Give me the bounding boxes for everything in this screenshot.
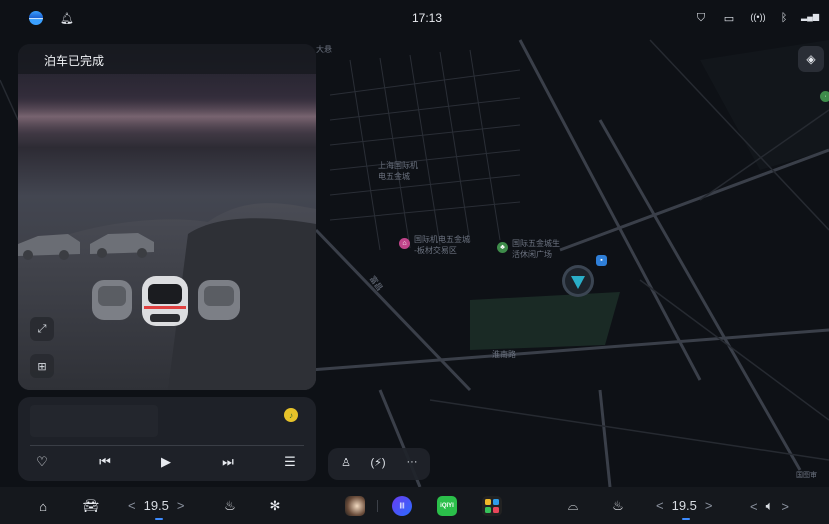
seat-heat-icon[interactable]: ♨	[220, 496, 240, 516]
app-grid-icon-tile-1	[485, 499, 491, 505]
parking-add-button[interactable]: ⊞	[30, 354, 54, 378]
radio-signal-icon[interactable]: ((•))	[749, 12, 767, 22]
left-temp-indicator	[155, 518, 163, 520]
parking-scene	[18, 99, 316, 390]
playlist-icon: ☰	[284, 454, 296, 469]
fan-icon[interactable]: ✻	[265, 496, 285, 516]
media-source-icon[interactable]: ♪	[284, 408, 298, 422]
exit-fullscreen-button[interactable]: ⤢	[30, 317, 54, 341]
home-icon[interactable]: ⌂	[33, 496, 53, 516]
previous-track-button[interactable]: ⏮︎	[93, 451, 117, 473]
left-temperature-control: < 19.5 >	[128, 498, 185, 513]
left-temp-increase-button[interactable]: >	[177, 498, 185, 513]
media-artwork-placeholder	[30, 405, 158, 437]
navigation-arrow	[562, 265, 594, 297]
right-temperature-value[interactable]: 19.5	[672, 498, 697, 513]
parking-ground-shadow	[168, 218, 316, 390]
right-temperature-control: < 19.5 >	[656, 498, 713, 513]
map-layers-button[interactable]: ◈	[798, 46, 824, 72]
poi-marker-edge-icon[interactable]: ·	[820, 91, 829, 102]
play-button[interactable]: ▶	[154, 451, 178, 473]
seat-heat-right-icon[interactable]: ♨	[608, 496, 628, 516]
volume-decrease-button[interactable]: <	[750, 499, 758, 514]
parking-title: 泊车已完成	[44, 54, 105, 68]
more-icon[interactable]: ···	[402, 456, 422, 472]
app-grid-icon-tile-2	[493, 499, 499, 505]
parking-title-bar: 泊车已完成	[18, 44, 316, 74]
app-grid-icon-tile-4	[493, 507, 499, 513]
bell-icon[interactable]: 🔔︎	[60, 12, 74, 25]
status-bar: 🔔︎ 17:13 ⛉ ▭ ((•)) ᛒ ▂▄▆	[0, 0, 829, 34]
media-progress-track[interactable]	[30, 445, 304, 446]
poi-marker-info-icon[interactable]: ▪	[596, 255, 607, 266]
bottom-dock: ⌂ 🚘︎ < 19.5 > ♨ ✻ ||| iQIYI ⌓ ♨ < 19.5 >…	[0, 487, 829, 524]
windshield-defrost-icon[interactable]: ⌓	[562, 496, 584, 516]
parked-car-front-left	[92, 280, 132, 320]
playlist-button[interactable]: ☰	[278, 451, 302, 473]
volume-icon[interactable]: 🔈︎	[766, 498, 774, 514]
map-label-road-a: 大悬	[316, 45, 332, 54]
map-label-poi-a[interactable]: 国际机电五金城 -板材交易区	[414, 234, 470, 256]
favorite-button[interactable]: ♡	[30, 451, 54, 473]
play-icon: ▶	[161, 454, 171, 469]
right-temp-decrease-button[interactable]: <	[656, 498, 664, 513]
map-park-area	[470, 292, 620, 350]
app-grid-app[interactable]	[482, 496, 502, 516]
exit-fullscreen-icon: ⤢	[37, 322, 47, 335]
map-label-area: 上海国际机 电五金城	[378, 161, 418, 181]
layers-icon: ◈	[806, 52, 816, 66]
status-time: 17:13	[411, 11, 443, 25]
volume-increase-button[interactable]: >	[781, 499, 789, 514]
dashcam-icon[interactable]: ▭	[722, 12, 736, 25]
right-temp-increase-button[interactable]: >	[705, 498, 713, 513]
poi-marker-park-icon[interactable]: ♣	[497, 242, 508, 253]
own-car-parked	[142, 276, 188, 326]
previous-track-icon: ⏮︎	[99, 454, 111, 469]
app-logo-icon[interactable]	[29, 11, 43, 25]
heart-icon: ♡	[36, 454, 48, 469]
media-card[interactable]: ♪ ♡ ⏮︎ ▶ ⏭︎ ☰	[18, 397, 316, 481]
map-label-poi-b[interactable]: 国际五金城生 活休闲广场	[512, 238, 560, 260]
next-track-button[interactable]: ⏭︎	[216, 451, 240, 473]
horizon-glow	[18, 99, 316, 134]
parking-panel: 泊车已完成 ⤢ ⊞	[18, 44, 316, 390]
left-temperature-value[interactable]: 19.5	[144, 498, 169, 513]
voice-app[interactable]: |||	[392, 496, 412, 516]
next-track-icon: ⏭︎	[222, 454, 234, 469]
right-temp-indicator	[682, 518, 690, 520]
dock-divider	[377, 500, 378, 512]
cellular-5g-icon[interactable]: ▂▄▆	[801, 12, 819, 21]
map-label-road-d: 淮南路	[492, 350, 516, 359]
poi-marker-shop-icon[interactable]: ⌂	[399, 238, 410, 249]
quick-menu: ♙ (⚡) ···	[328, 448, 430, 480]
volume-control: < 🔈︎ >	[750, 498, 789, 514]
assistant-app[interactable]	[345, 496, 365, 516]
car-icon[interactable]: 🚘︎	[80, 496, 102, 516]
left-temp-decrease-button[interactable]: <	[128, 498, 136, 513]
iqiyi-app[interactable]: iQIYI	[437, 496, 457, 516]
bluetooth-icon[interactable]: ᛒ	[779, 12, 789, 24]
signal-wave-icon[interactable]: (⚡)	[368, 456, 388, 472]
map-watermark: 国图审	[796, 471, 817, 479]
app-grid-icon	[485, 499, 499, 513]
shield-icon[interactable]: ⛉	[695, 12, 707, 25]
parking-add-icon: ⊞	[37, 360, 47, 373]
person-stand-icon[interactable]: ♙	[336, 456, 356, 472]
app-grid-icon-tile-3	[485, 507, 491, 513]
parked-car-front-right	[198, 280, 240, 320]
